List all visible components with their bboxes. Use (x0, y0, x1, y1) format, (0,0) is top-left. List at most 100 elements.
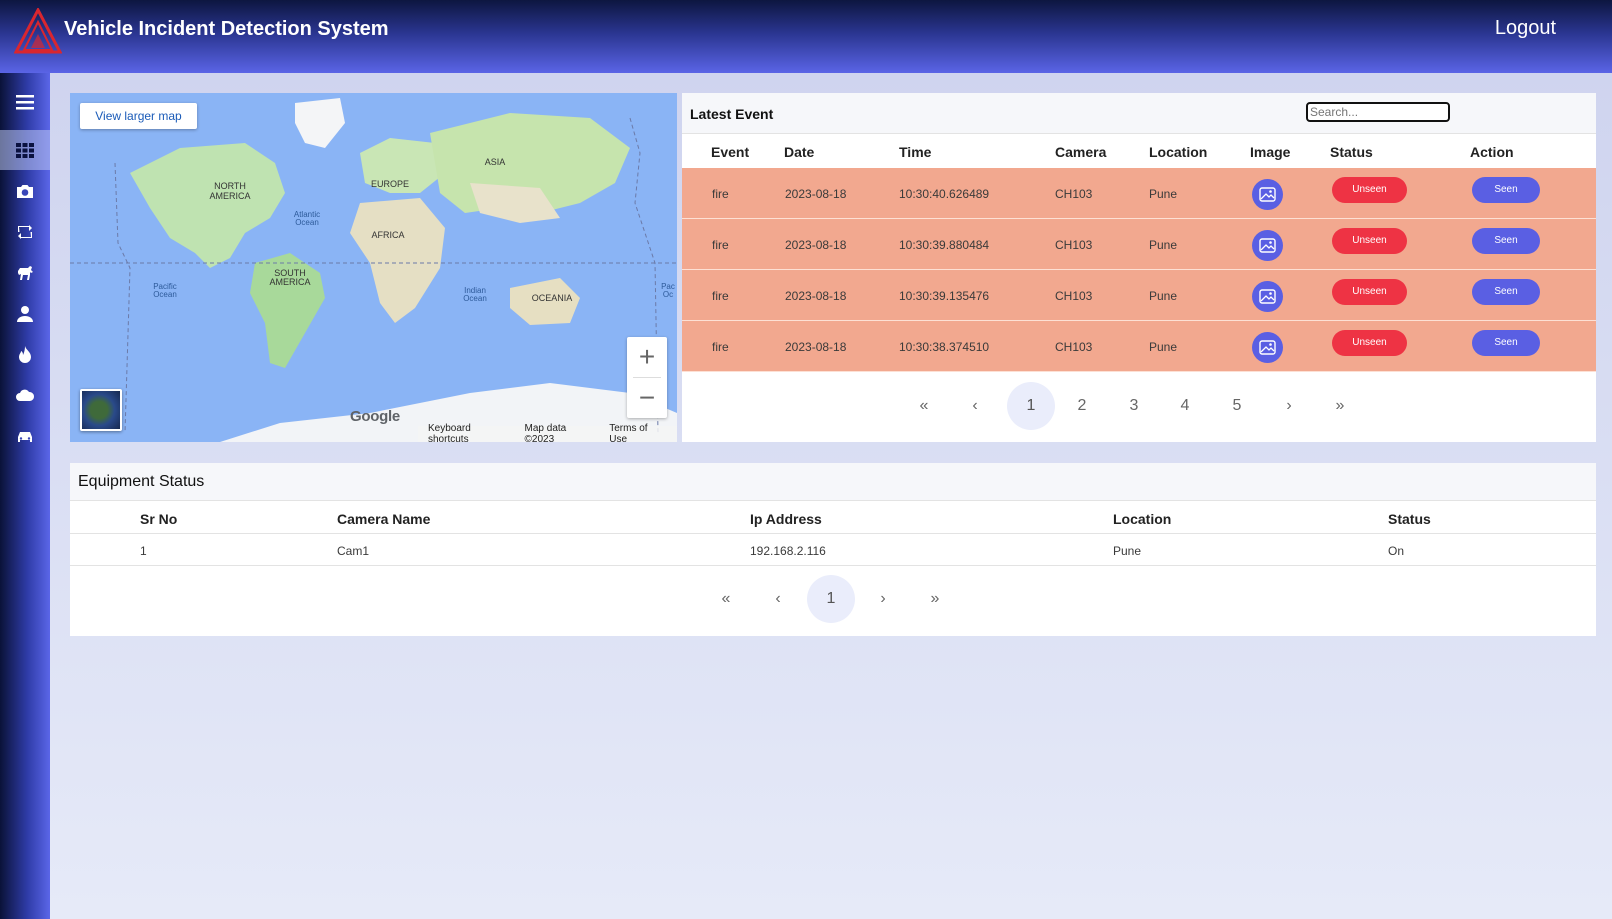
logout-link[interactable]: Logout (1495, 17, 1556, 40)
map-label-europe: EUROPE (371, 179, 409, 189)
col-head-action: Action (1470, 144, 1514, 160)
map-label-africa: AFRICA (371, 230, 404, 240)
table-row: fire 2023-08-18 10:30:38.374510 CH103 Pu… (682, 321, 1596, 372)
event-cell: fire (712, 238, 729, 252)
date-cell: 2023-08-18 (785, 289, 847, 303)
cloud-icon (16, 389, 35, 401)
pagination-last-button[interactable]: » (1316, 382, 1364, 430)
status-unseen-badge[interactable]: Unseen (1332, 177, 1407, 203)
col-head-ip-address: Ip Address (750, 511, 822, 527)
camera-cell: CH103 (1055, 289, 1093, 303)
zoom-out-button[interactable]: − (627, 378, 667, 418)
pagination-page-2[interactable]: 2 (1058, 382, 1106, 430)
view-larger-map-link[interactable]: View larger map (80, 103, 197, 129)
table-divider (70, 533, 1596, 534)
sidebar-item-fire[interactable] (0, 335, 50, 375)
mark-seen-button[interactable]: Seen (1472, 330, 1540, 356)
time-cell: 10:30:40.626489 (899, 187, 990, 201)
event-search-input[interactable] (1306, 102, 1450, 122)
sidebar-menu-toggle[interactable] (0, 82, 50, 122)
camera-name-cell: Cam1 (337, 544, 370, 558)
google-logo: Google (350, 408, 400, 425)
table-divider (70, 565, 1596, 566)
app-logo-icon (14, 8, 62, 54)
location-cell: Pune (1149, 238, 1178, 252)
pagination-prev-button[interactable]: ‹ (951, 382, 999, 430)
view-image-button[interactable] (1252, 179, 1283, 210)
location-cell: Pune (1149, 187, 1178, 201)
mark-seen-button[interactable]: Seen (1472, 279, 1540, 305)
terms-of-use-link[interactable]: Terms of Use (603, 423, 673, 442)
view-image-button[interactable] (1252, 281, 1283, 312)
pagination-page-5[interactable]: 5 (1213, 382, 1261, 430)
horse-icon (18, 266, 33, 280)
map-label-north-america: NORTH (214, 181, 246, 191)
map-label-asia: ASIA (485, 157, 506, 167)
col-head-camera-name: Camera Name (337, 511, 431, 527)
sr-no-cell: 1 (140, 544, 147, 558)
pagination-last-button[interactable]: » (911, 575, 959, 623)
image-icon (1259, 340, 1276, 355)
mark-seen-button[interactable]: Seen (1472, 177, 1540, 203)
status-unseen-badge[interactable]: Unseen (1332, 279, 1407, 305)
camera-cell: CH103 (1055, 340, 1093, 354)
world-map[interactable]: NORTH AMERICA EUROPE ASIA AFRICA SOUTH A… (70, 93, 677, 442)
menu-icon (16, 95, 34, 110)
col-head-date: Date (784, 144, 815, 160)
pagination-page-3[interactable]: 3 (1110, 382, 1158, 430)
map-label-indian-2: Ocean (463, 294, 487, 303)
map-label-atlantic-2: Ocean (295, 218, 319, 227)
sidebar-item-vehicle[interactable] (0, 417, 50, 457)
camera-cell: CH103 (1055, 238, 1093, 252)
latest-event-panel: Latest Event Event Date Time Camera Loca… (682, 93, 1596, 442)
status-unseen-badge[interactable]: Unseen (1332, 330, 1407, 356)
col-head-camera: Camera (1055, 144, 1107, 160)
sidebar-item-cloud[interactable] (0, 376, 50, 416)
pagination-first-button[interactable]: « (900, 382, 948, 430)
keyboard-shortcuts-link[interactable]: Keyboard shortcuts (422, 423, 519, 442)
col-head-location: Location (1113, 511, 1172, 527)
view-image-button[interactable] (1252, 332, 1283, 363)
pagination-page-1[interactable]: 1 (1007, 382, 1055, 430)
map-satellite-toggle[interactable] (80, 389, 122, 431)
map-footer: Keyboard shortcuts Map data ©2023 Terms … (418, 423, 677, 442)
user-icon (17, 306, 33, 322)
pagination-next-button[interactable]: › (1265, 382, 1313, 430)
car-icon (18, 432, 32, 442)
view-image-button[interactable] (1252, 230, 1283, 261)
latest-event-header: Latest Event (682, 93, 1596, 134)
equipment-status-panel: Equipment Status Sr No Camera Name Ip Ad… (70, 463, 1596, 636)
sidebar-item-dashboard[interactable] (0, 130, 50, 170)
col-head-location: Location (1149, 144, 1208, 160)
status-unseen-badge[interactable]: Unseen (1332, 228, 1407, 254)
event-cell: fire (712, 187, 729, 201)
time-cell: 10:30:38.374510 (899, 340, 990, 354)
sidebar-item-retweet[interactable] (0, 212, 50, 252)
pagination-prev-button[interactable]: ‹ (754, 575, 802, 623)
pagination-page-1[interactable]: 1 (807, 575, 855, 623)
event-cell: fire (712, 340, 729, 354)
date-cell: 2023-08-18 (785, 238, 847, 252)
sidebar-item-camera[interactable] (0, 171, 50, 211)
col-head-sr-no: Sr No (140, 511, 178, 527)
app-title: Vehicle Incident Detection System (64, 18, 389, 40)
equipment-status-header: Equipment Status (70, 463, 1596, 501)
map-label-pacific-2: Ocean (153, 290, 177, 299)
table-row: fire 2023-08-18 10:30:39.880484 CH103 Pu… (682, 219, 1596, 270)
image-icon (1259, 238, 1276, 253)
zoom-in-button[interactable]: + (627, 337, 667, 377)
map-label-south-america-2: AMERICA (269, 277, 310, 287)
time-cell: 10:30:39.135476 (899, 289, 990, 303)
sidebar-item-user[interactable] (0, 294, 50, 334)
status-cell: On (1388, 544, 1405, 558)
dashboard-grid-icon (16, 143, 34, 158)
camera-icon (17, 185, 33, 198)
top-header: Vehicle Incident Detection System Logout (0, 0, 1612, 73)
pagination-next-button[interactable]: › (859, 575, 907, 623)
mark-seen-button[interactable]: Seen (1472, 228, 1540, 254)
image-icon (1259, 289, 1276, 304)
col-head-status: Status (1388, 511, 1431, 527)
sidebar-item-animal[interactable] (0, 253, 50, 293)
pagination-page-4[interactable]: 4 (1161, 382, 1209, 430)
pagination-first-button[interactable]: « (702, 575, 750, 623)
